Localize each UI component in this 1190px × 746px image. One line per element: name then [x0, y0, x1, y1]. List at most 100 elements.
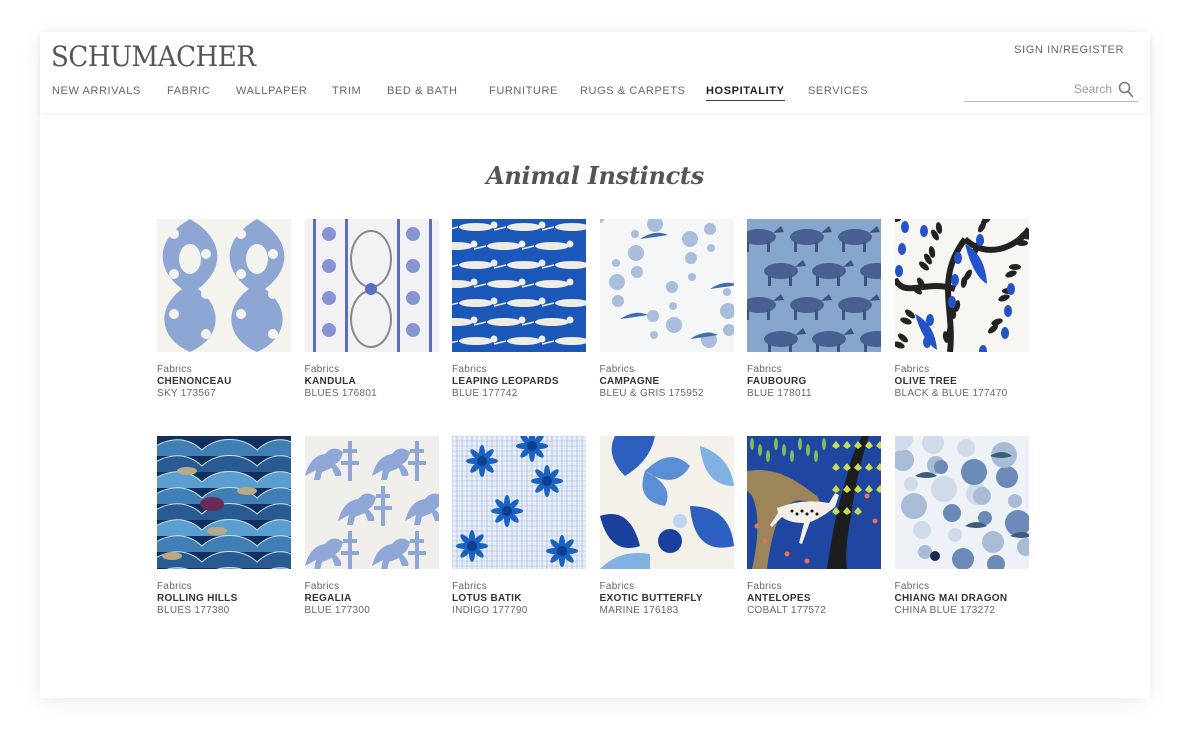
product-card[interactable]: Fabrics LOTUS BATIK INDIGO 177790	[452, 436, 586, 617]
product-swatch-image[interactable]	[157, 436, 291, 569]
product-meta: Fabrics EXOTIC BUTTERFLY MARINE 176183	[600, 581, 734, 617]
product-swatch-image[interactable]	[157, 219, 291, 352]
product-colorway: BLUE 177742	[452, 388, 518, 399]
product-category: Fabrics	[452, 581, 487, 592]
product-card[interactable]: Fabrics OLIVE TREE BLACK & BLUE 177470	[894, 219, 1029, 400]
product-name[interactable]: CAMPAGNE	[600, 376, 734, 388]
product-meta: Fabrics REGALIA BLUE 177300	[305, 581, 439, 617]
product-name[interactable]: LEAPING LEOPARDS	[452, 376, 586, 388]
product-card[interactable]: Fabrics EXOTIC BUTTERFLY MARINE 176183	[599, 436, 734, 617]
product-swatch-image[interactable]	[599, 219, 734, 352]
nav-hospitality[interactable]: HOSPITALITY	[706, 85, 785, 101]
product-meta: Fabrics KANDULA BLUES 176801	[305, 364, 439, 400]
product-colorway: BLUE 178011	[747, 388, 812, 399]
product-card[interactable]: Fabrics REGALIA BLUE 177300	[304, 436, 439, 617]
product-swatch-image[interactable]	[304, 436, 439, 569]
product-category: Fabrics	[747, 364, 782, 375]
fabric-pattern-image	[599, 436, 734, 569]
product-card[interactable]: Fabrics CAMPAGNE BLEU & GRIS 175952	[599, 219, 734, 400]
collection-title: Animal Instincts	[486, 161, 704, 190]
page-frame: SCHUMACHER SIGN IN/REGISTER NEW ARRIVALS…	[40, 32, 1150, 698]
nav-wallpaper[interactable]: WALLPAPER	[236, 85, 307, 97]
product-category: Fabrics	[599, 364, 635, 375]
product-category: Fabrics	[894, 581, 930, 592]
fabric-pattern-image	[304, 436, 439, 569]
product-meta: Fabrics CHIANG MAI DRAGON CHINA BLUE 17327…	[895, 581, 1029, 617]
product-name[interactable]: REGALIA	[305, 593, 439, 605]
fabric-pattern-image	[452, 436, 586, 569]
product-meta: Fabrics ANTELOPES COBALT 177572	[747, 581, 881, 617]
product-meta: Fabrics FAUBOURG BLUE 178011	[747, 364, 881, 400]
product-name[interactable]: KANDULA	[305, 376, 439, 388]
product-colorway: CHINA BLUE 173272	[894, 605, 996, 616]
product-colorway: INDIGO 177790	[452, 605, 528, 616]
search-icon[interactable]	[1118, 81, 1134, 98]
product-name[interactable]: LOTUS BATIK	[452, 593, 586, 605]
product-meta: Fabrics CHENONCEAU SKY 173567	[157, 364, 291, 400]
product-colorway: BLUE 177300	[304, 605, 371, 616]
product-swatch-image[interactable]	[452, 436, 586, 569]
search-box	[964, 80, 1138, 102]
product-colorway: BLUES 176801	[304, 388, 378, 399]
product-card[interactable]: Fabrics ANTELOPES COBALT 177572	[747, 436, 881, 617]
product-card[interactable]: Fabrics ROLLING HILLS BLUES 177380	[157, 436, 291, 617]
sign-in-register-link[interactable]: SIGN IN/REGISTER	[1014, 44, 1124, 56]
schumacher-logo[interactable]: SCHUMACHER	[51, 40, 256, 73]
product-card[interactable]: Fabrics CHIANG MAI DRAGON CHINA BLUE 17327…	[894, 436, 1029, 617]
nav-bed-bath[interactable]: BED & BATH	[387, 85, 458, 97]
product-category: Fabrics	[304, 581, 340, 592]
product-colorway: BLUES 177380	[157, 605, 230, 616]
product-swatch-image[interactable]	[304, 219, 439, 352]
fabric-pattern-image	[894, 219, 1029, 352]
product-category: Fabrics	[894, 364, 930, 375]
fabric-pattern-image	[452, 219, 586, 352]
product-meta: Fabrics CAMPAGNE BLEU & GRIS 175952	[600, 364, 734, 400]
product-name[interactable]: CHENONCEAU	[157, 376, 291, 388]
product-card[interactable]: Fabrics KANDULA BLUES 176801	[304, 219, 439, 400]
product-card[interactable]: Fabrics LEAPING LEOPARDS BLUE 177742	[452, 219, 586, 400]
product-card[interactable]: Fabrics CHENONCEAU SKY 173567	[157, 219, 291, 400]
search-input[interactable]	[972, 82, 1112, 96]
product-name[interactable]: FAUBOURG	[747, 376, 881, 388]
product-name[interactable]: EXOTIC BUTTERFLY	[600, 593, 734, 605]
product-card[interactable]: Fabrics FAUBOURG BLUE 178011	[747, 219, 881, 400]
product-colorway: SKY 173567	[157, 388, 216, 399]
product-meta: Fabrics OLIVE TREE BLACK & BLUE 177470	[895, 364, 1029, 400]
nav-new-arrivals[interactable]: NEW ARRIVALS	[52, 85, 141, 97]
product-colorway: MARINE 176183	[599, 605, 679, 616]
fabric-pattern-image	[747, 436, 881, 569]
product-meta: Fabrics LOTUS BATIK INDIGO 177790	[452, 581, 586, 617]
product-category: Fabrics	[304, 364, 340, 375]
product-category: Fabrics	[599, 581, 635, 592]
nav-rugs-carpets[interactable]: RUGS & CARPETS	[580, 85, 686, 97]
fabric-pattern-image	[747, 219, 881, 352]
product-swatch-image[interactable]	[894, 219, 1029, 352]
product-swatch-image[interactable]	[894, 436, 1029, 569]
fabric-pattern-image	[304, 219, 439, 352]
nav-fabric[interactable]: FABRIC	[167, 85, 210, 97]
product-colorway: BLEU & GRIS 175952	[599, 388, 704, 399]
product-name[interactable]: CHIANG MAI DRAGON	[895, 593, 1029, 605]
product-swatch-image[interactable]	[747, 219, 881, 352]
fabric-pattern-image	[599, 219, 734, 352]
product-meta: Fabrics ROLLING HILLS BLUES 177380	[157, 581, 291, 617]
fabric-pattern-image	[157, 436, 291, 569]
nav-trim[interactable]: TRIM	[332, 85, 361, 97]
product-name[interactable]: OLIVE TREE	[895, 376, 1029, 388]
site-header: SCHUMACHER SIGN IN/REGISTER NEW ARRIVALS…	[40, 32, 1150, 113]
product-category: Fabrics	[747, 581, 782, 592]
product-category: Fabrics	[157, 364, 192, 375]
product-name[interactable]: ROLLING HILLS	[157, 593, 291, 605]
fabric-pattern-image	[157, 219, 291, 352]
product-colorway: COBALT 177572	[747, 605, 827, 616]
product-swatch-image[interactable]	[599, 436, 734, 569]
product-name[interactable]: ANTELOPES	[747, 593, 881, 605]
product-swatch-image[interactable]	[747, 436, 881, 569]
fabric-pattern-image	[894, 436, 1029, 569]
nav-services[interactable]: SERVICES	[808, 85, 868, 97]
product-meta: Fabrics LEAPING LEOPARDS BLUE 177742	[452, 364, 586, 400]
product-colorway: BLACK & BLUE 177470	[894, 388, 1008, 399]
nav-furniture[interactable]: FURNITURE	[489, 85, 558, 97]
product-swatch-image[interactable]	[452, 219, 586, 352]
product-category: Fabrics	[157, 581, 192, 592]
